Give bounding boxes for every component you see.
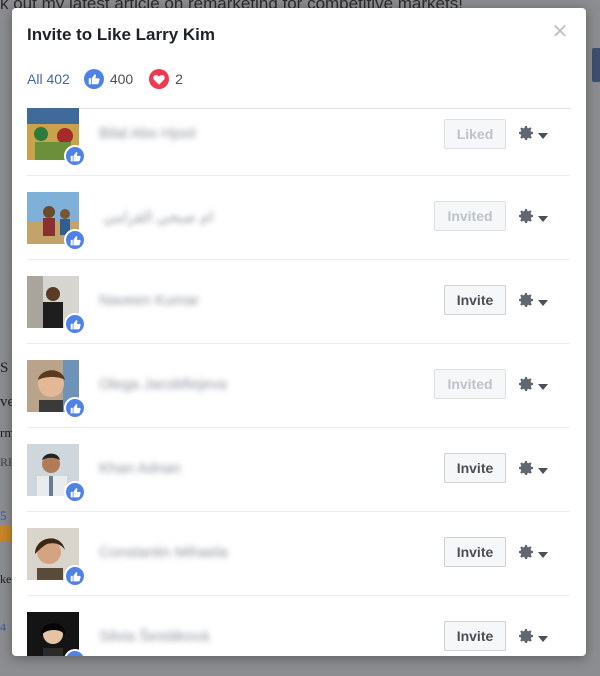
invite-button[interactable]: Invite: [444, 285, 506, 315]
thumbs-up-icon: [83, 69, 104, 89]
chevron-down-icon: [538, 635, 548, 642]
like-badge-icon: [64, 565, 86, 587]
avatar: [27, 108, 86, 167]
chevron-down-icon: [538, 383, 548, 390]
list-item: Khan Adnan Invite: [27, 428, 570, 512]
gear-icon: [518, 460, 534, 481]
invite-button[interactable]: Invite: [444, 537, 506, 567]
invited-button: Invited: [434, 369, 506, 399]
invite-button[interactable]: Invite: [444, 453, 506, 483]
avatar: [27, 444, 86, 503]
background-right-strip: [592, 48, 600, 82]
gear-menu[interactable]: [518, 376, 548, 397]
chevron-down-icon: [538, 299, 548, 306]
gear-menu[interactable]: [518, 460, 548, 481]
person-name[interactable]: Bilal Abo Hjool: [99, 125, 196, 142]
reaction-tabs: All 402 400 2: [27, 68, 199, 90]
gear-icon: [518, 208, 534, 229]
like-badge-icon: [64, 481, 86, 503]
like-badge-icon: [64, 313, 86, 335]
avatar: [27, 612, 86, 656]
chevron-down-icon: [538, 551, 548, 558]
person-name[interactable]: Naveen Kumar: [99, 292, 199, 309]
chevron-down-icon: [538, 132, 548, 139]
like-count: 400: [109, 71, 134, 87]
avatar: [27, 360, 86, 419]
chevron-down-icon: [538, 215, 548, 222]
avatar: [27, 192, 86, 251]
background-fragment: 4: [0, 620, 6, 634]
gear-menu[interactable]: [518, 125, 548, 146]
list-item: ام صبحي القرامي Invited: [27, 176, 570, 260]
person-name[interactable]: ام صبحي القرامي: [103, 208, 214, 226]
people-list: Bilal Abo Hjool Liked ام صبحي القرامي In…: [27, 108, 570, 656]
gear-icon: [518, 125, 534, 146]
gear-icon: [518, 292, 534, 313]
gear-icon: [518, 376, 534, 397]
like-badge-icon: [64, 229, 86, 251]
background-fragment: S: [0, 360, 9, 376]
person-name[interactable]: Silvia Šestáková: [99, 628, 209, 645]
gear-menu[interactable]: [518, 208, 548, 229]
person-name[interactable]: Khan Adnan: [99, 460, 181, 477]
gear-menu[interactable]: [518, 292, 548, 313]
like-badge-icon: [64, 397, 86, 419]
tab-all[interactable]: All 402: [27, 71, 70, 87]
invited-button: Invited: [434, 201, 506, 231]
gear-icon: [518, 544, 534, 565]
love-count: 2: [175, 71, 183, 87]
heart-icon: [149, 69, 170, 89]
avatar: [27, 528, 86, 587]
gear-icon: [518, 628, 534, 649]
person-name[interactable]: Olega Jacobfiejeva: [99, 376, 227, 393]
background-fragment: ke: [0, 572, 12, 586]
background-accent: [0, 525, 12, 541]
list-item: Naveen Kumar Invite: [27, 260, 570, 344]
like-badge-icon: [64, 145, 86, 167]
dialog-title: Invite to Like Larry Kim: [27, 25, 215, 44]
gear-menu[interactable]: [518, 628, 548, 649]
avatar: [27, 276, 86, 335]
person-name[interactable]: Constantin Mihaela: [99, 544, 227, 561]
close-icon[interactable]: ✕: [550, 22, 570, 42]
invite-button[interactable]: Invite: [444, 621, 506, 651]
list-item: Bilal Abo Hjool Liked: [27, 108, 570, 176]
liked-button: Liked: [444, 119, 506, 149]
invite-dialog: Invite to Like Larry Kim ✕ All 402 400 2: [12, 8, 586, 656]
tab-love[interactable]: 2: [149, 69, 183, 89]
gear-menu[interactable]: [518, 544, 548, 565]
list-item: Olega Jacobfiejeva Invited: [27, 344, 570, 428]
list-item: Silvia Šestáková Invite: [27, 596, 570, 656]
list-item: Constantin Mihaela Invite: [27, 512, 570, 596]
background-fragment: 5: [0, 508, 7, 523]
tab-like[interactable]: 400: [83, 69, 134, 89]
chevron-down-icon: [538, 467, 548, 474]
